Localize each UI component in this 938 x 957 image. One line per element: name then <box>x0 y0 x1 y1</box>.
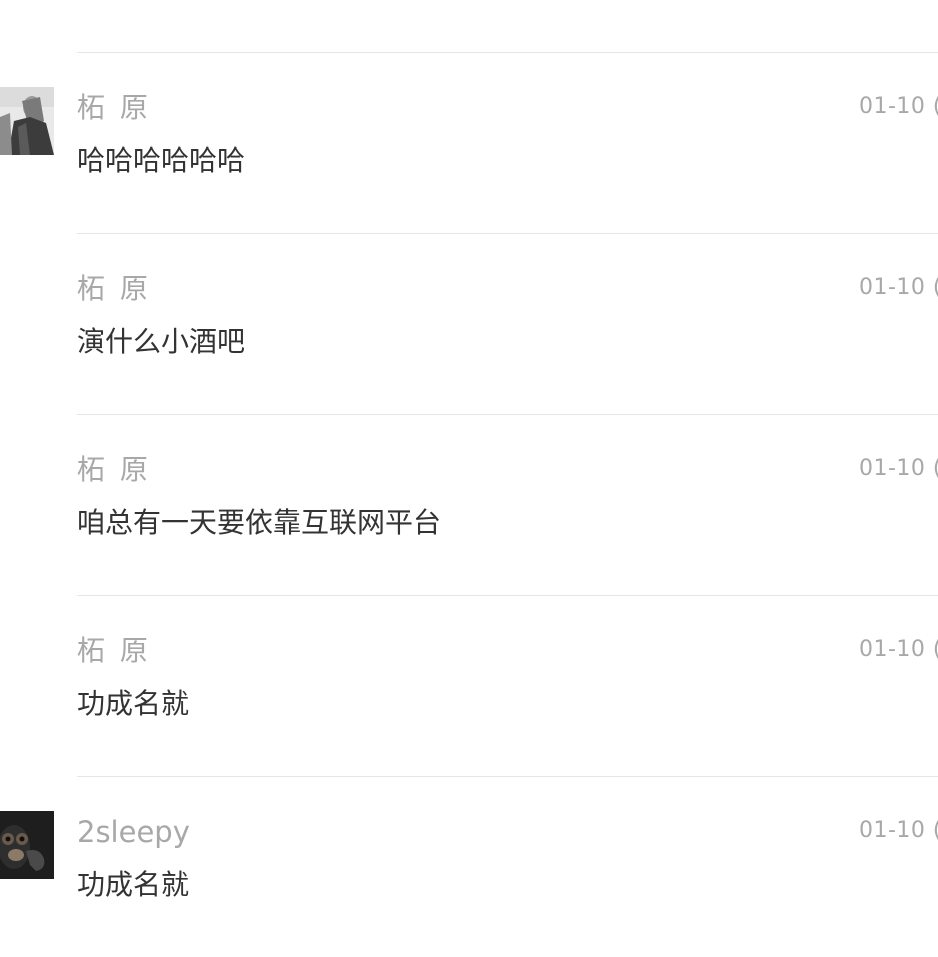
comment-item: 柘 原 01-10 ( 演什么小酒吧 <box>0 234 938 414</box>
comment-time: 01-10 ( <box>859 456 938 481</box>
comment-text: 哈哈哈哈哈哈 <box>77 144 246 177</box>
comment-item: 柘 原 01-10 ( 哈哈哈哈哈哈 <box>0 53 938 233</box>
comment-item: 2sleepy 01-10 ( 功成名就 <box>0 777 938 957</box>
comment-item: 柘 原 01-10 ( 功成名就 <box>0 596 938 776</box>
comment-author[interactable]: 柘 原 <box>77 272 151 306</box>
comment-author[interactable]: 柘 原 <box>77 453 151 487</box>
comment-text: 功成名就 <box>77 868 190 901</box>
comment-text: 功成名就 <box>77 687 190 720</box>
comment-text: 演什么小酒吧 <box>77 325 246 358</box>
comment-time: 01-10 ( <box>859 637 938 662</box>
comment-author[interactable]: 2sleepy <box>77 815 190 849</box>
comment-author[interactable]: 柘 原 <box>77 91 151 125</box>
comment-time: 01-10 ( <box>859 818 938 843</box>
comment-time: 01-10 ( <box>859 94 938 119</box>
comment-author[interactable]: 柘 原 <box>77 634 151 668</box>
avatar[interactable] <box>0 87 54 155</box>
avatar[interactable] <box>0 811 54 879</box>
comment-time: 01-10 ( <box>859 275 938 300</box>
comment-text: 咱总有一天要依靠互联网平台 <box>77 506 442 539</box>
comment-item: 柘 原 01-10 ( 咱总有一天要依靠互联网平台 <box>0 415 938 595</box>
